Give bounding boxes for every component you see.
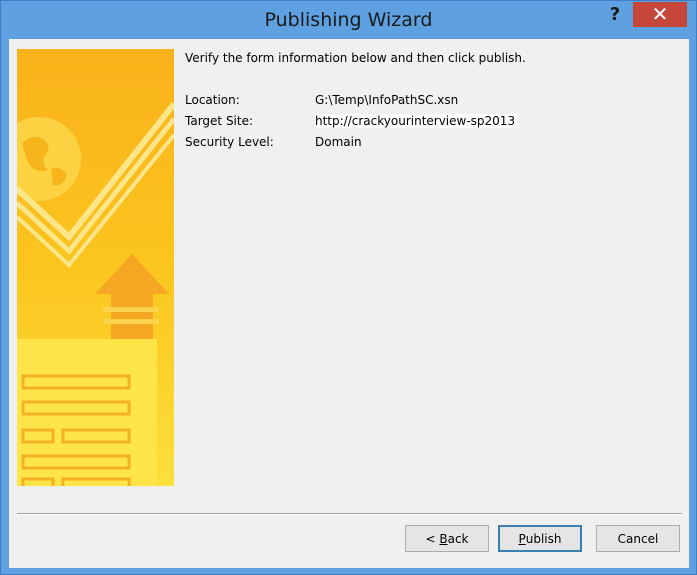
title-bar[interactable]: Publishing Wizard ? ✕: [1, 1, 696, 39]
publish-button[interactable]: Publish: [498, 525, 582, 552]
close-button[interactable]: ✕: [633, 2, 687, 27]
back-button[interactable]: < Back: [405, 525, 489, 552]
wizard-body: Verify the form information below and th…: [9, 39, 689, 568]
target-site-value: http://crackyourinterview-sp2013: [315, 114, 518, 128]
security-level-label: Security Level:: [185, 135, 274, 149]
publishing-wizard-window: Publishing Wizard ? ✕ Verify the form in…: [0, 0, 697, 575]
cancel-button[interactable]: Cancel: [596, 525, 680, 552]
target-site-label: Target Site:: [185, 114, 254, 128]
location-label: Location:: [185, 93, 240, 107]
banner-graphic: [17, 49, 174, 486]
back-button-label: ack: [447, 531, 469, 546]
intro-text: Verify the form information below and th…: [185, 51, 526, 65]
window-title: Publishing Wizard: [264, 9, 433, 31]
publish-button-label: ublish: [525, 531, 562, 546]
wizard-banner-image: [17, 49, 174, 486]
location-value: G:\Temp\InfoPathSC.xsn: [315, 93, 459, 107]
publish-button-access-key: P: [518, 531, 526, 546]
security-level-value: Domain: [315, 135, 362, 149]
back-button-access-key: B: [439, 531, 448, 546]
help-button[interactable]: ?: [601, 3, 629, 27]
button-divider: [17, 513, 682, 515]
back-button-prefix: <: [425, 531, 440, 546]
